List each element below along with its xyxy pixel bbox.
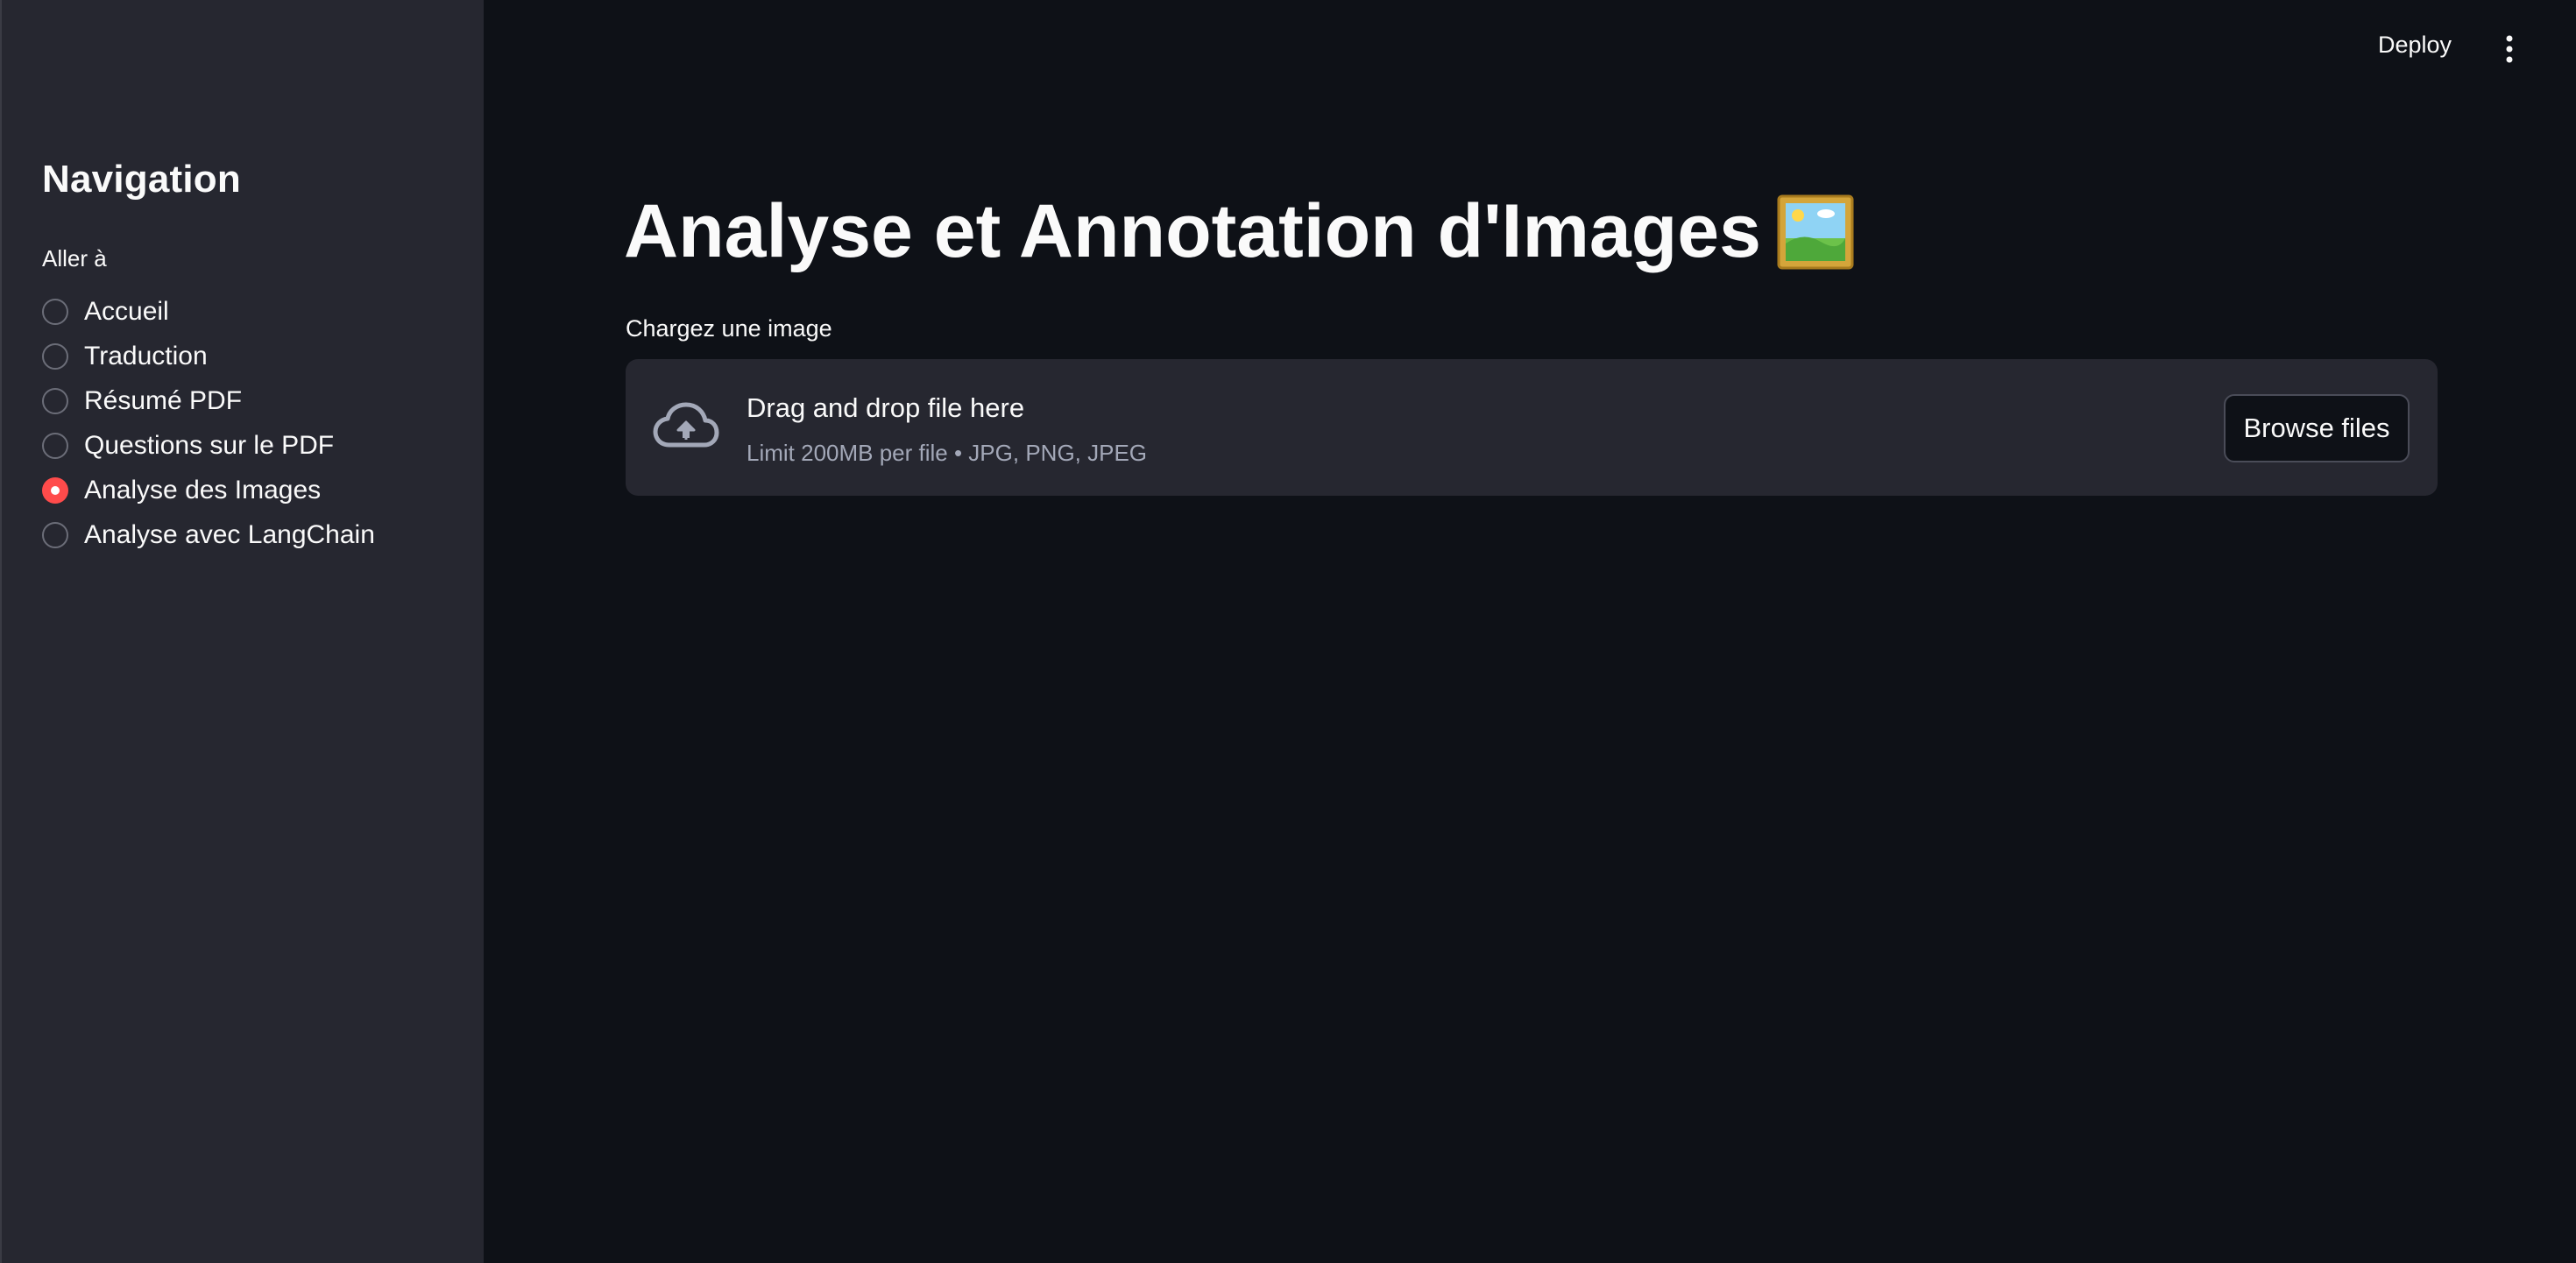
- radio-button[interactable]: [42, 521, 68, 548]
- radio-item-label: Accueil: [84, 296, 169, 326]
- radio-item-accueil[interactable]: Accueil: [42, 289, 375, 334]
- radio-item-traduction[interactable]: Traduction: [42, 334, 375, 378]
- browse-files-button[interactable]: Browse files: [2224, 394, 2410, 462]
- radio-item-label: Résumé PDF: [84, 385, 243, 415]
- deploy-button[interactable]: Deploy: [2378, 32, 2452, 59]
- kebab-menu-icon[interactable]: [2501, 32, 2518, 67]
- navigation-radio-group: Accueil Traduction Résumé PDF Questions …: [42, 289, 375, 557]
- cloud-upload-icon: [653, 402, 719, 448]
- radio-item-label: Analyse des Images: [84, 475, 322, 504]
- radio-button[interactable]: [42, 298, 68, 325]
- radio-button-selected[interactable]: [42, 476, 68, 504]
- radio-item-questions-pdf[interactable]: Questions sur le PDF: [42, 423, 375, 468]
- radio-button[interactable]: [42, 432, 68, 459]
- file-dropzone[interactable]: Drag and drop file here Limit 200MB per …: [626, 359, 2438, 496]
- framed-picture-icon: [1777, 194, 1854, 269]
- radio-item-label: Questions sur le PDF: [84, 430, 335, 460]
- radio-item-label: Traduction: [84, 341, 208, 370]
- radio-item-label: Analyse avec LangChain: [84, 519, 375, 549]
- radio-item-analyse-images[interactable]: Analyse des Images: [42, 468, 375, 512]
- app-root: Navigation Aller à Accueil Traduction Ré…: [0, 0, 2576, 1263]
- dropzone-instruction: Drag and drop file here: [747, 392, 1025, 423]
- sidebar: Navigation Aller à Accueil Traduction Ré…: [2, 0, 484, 1263]
- radio-button[interactable]: [42, 342, 68, 370]
- sidebar-title: Navigation: [42, 158, 241, 201]
- radio-group-label: Aller à: [42, 245, 107, 272]
- dropzone-limit-text: Limit 200MB per file • JPG, PNG, JPEG: [747, 440, 1148, 466]
- radio-button[interactable]: [42, 387, 68, 414]
- uploader-label: Chargez une image: [626, 315, 832, 342]
- page-title-text: Analyse et Annotation d'Images: [624, 189, 1761, 273]
- radio-item-langchain[interactable]: Analyse avec LangChain: [42, 512, 375, 557]
- radio-item-resume-pdf[interactable]: Résumé PDF: [42, 378, 375, 423]
- page-title: Analyse et Annotation d'Images: [624, 188, 1854, 275]
